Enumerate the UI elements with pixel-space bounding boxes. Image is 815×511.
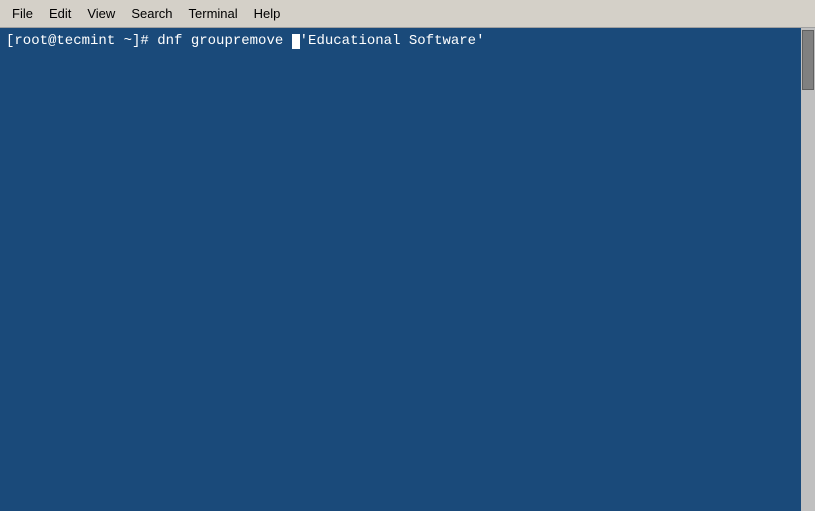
terminal-line-1: [root@tecmint ~]# dnf groupremove 'Educa… bbox=[6, 32, 809, 52]
scrollbar-thumb[interactable] bbox=[802, 30, 814, 90]
scrollbar[interactable] bbox=[801, 28, 815, 511]
menu-search[interactable]: Search bbox=[123, 4, 180, 23]
terminal-prompt: [root@tecmint ~]# bbox=[6, 32, 157, 52]
menu-edit[interactable]: Edit bbox=[41, 4, 79, 23]
terminal-area[interactable]: [root@tecmint ~]# dnf groupremove 'Educa… bbox=[0, 28, 815, 511]
terminal-argument: 'Educational Software' bbox=[300, 32, 485, 52]
menubar: File Edit View Search Terminal Help bbox=[0, 0, 815, 28]
terminal-command: dnf groupremove bbox=[157, 32, 291, 52]
menu-terminal[interactable]: Terminal bbox=[181, 4, 246, 23]
menu-help[interactable]: Help bbox=[246, 4, 289, 23]
menu-file[interactable]: File bbox=[4, 4, 41, 23]
terminal-cursor bbox=[292, 34, 300, 49]
menu-view[interactable]: View bbox=[79, 4, 123, 23]
